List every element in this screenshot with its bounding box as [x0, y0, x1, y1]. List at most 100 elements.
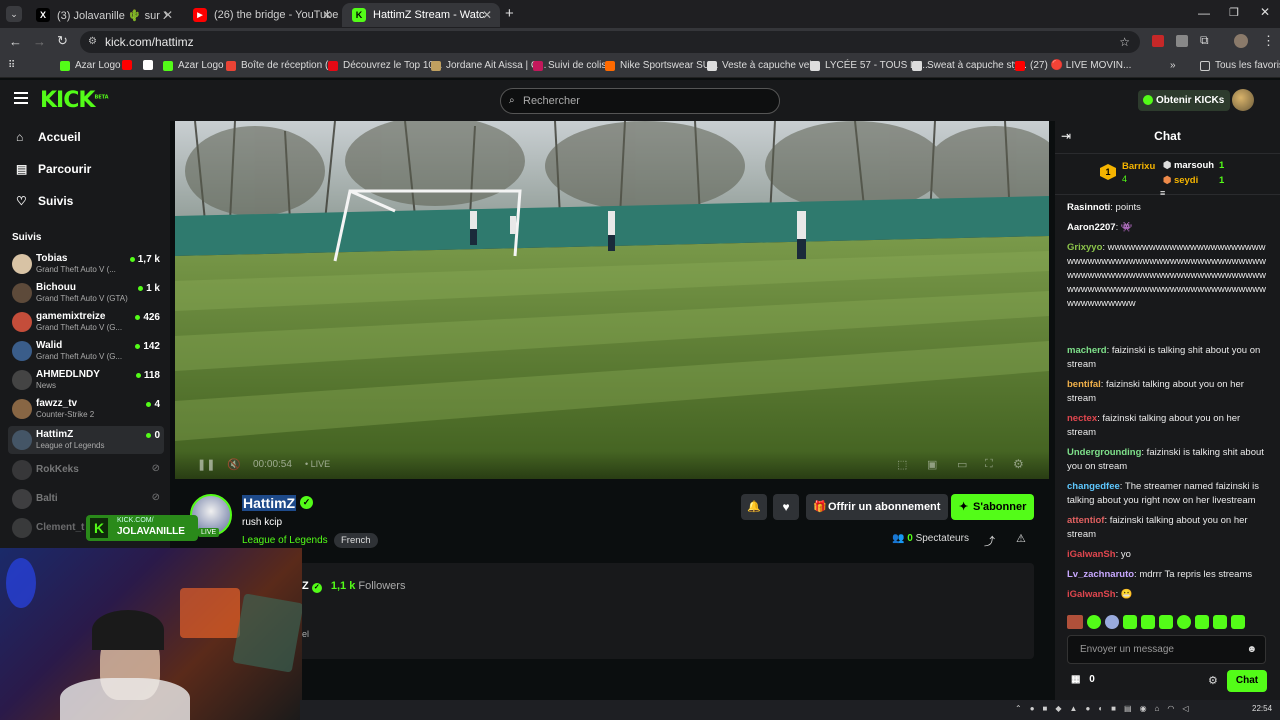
tray-icon[interactable]: ◆	[1055, 704, 1061, 713]
all-favorites[interactable]: Tous les favoris	[1200, 60, 1280, 71]
emote-icon[interactable]	[1105, 615, 1119, 629]
emote-icon[interactable]	[1195, 615, 1209, 629]
tray-icon[interactable]: ▲	[1070, 704, 1078, 713]
pip-icon[interactable]: ▣	[927, 458, 937, 471]
apps-icon[interactable]: ⠿	[8, 60, 15, 71]
tray-icon[interactable]: ⌂	[1155, 704, 1160, 713]
emote-icon[interactable]	[1141, 615, 1155, 629]
close-icon[interactable]: ✕	[163, 8, 173, 22]
menu-icon[interactable]: ⋮	[1262, 33, 1275, 49]
window-close-button[interactable]: ✕	[1260, 5, 1270, 19]
bookmark[interactable]: Suivi de colis	[533, 60, 606, 71]
heart-icon[interactable]: ♥	[773, 494, 799, 520]
puzzle-icon[interactable]: ⧉	[1200, 33, 1209, 48]
gifter-name[interactable]: marsouh	[1174, 160, 1214, 171]
settings-icon[interactable]: ⚙	[1013, 457, 1024, 471]
chat-username[interactable]: nectex	[1067, 413, 1097, 424]
tab-kick[interactable]: K HattimZ Stream - Watch Live o ✕	[342, 3, 500, 27]
chat-settings-icon[interactable]: ⚙	[1208, 674, 1218, 687]
follow-item-fawzz-tv[interactable]: fawzz_tv Counter-Strike 2 4	[8, 395, 164, 423]
emote-icon[interactable]	[1231, 615, 1245, 629]
clip-icon[interactable]: ⬚	[897, 458, 907, 471]
tray-icon[interactable]: ■	[1111, 704, 1116, 713]
tray-icon[interactable]: ▤	[1124, 704, 1132, 713]
chat-username[interactable]: iGalwanSh	[1067, 589, 1116, 600]
emote-icon[interactable]	[1159, 615, 1173, 629]
bookmark[interactable]: Azar Logo	[163, 60, 224, 71]
tray-icon[interactable]: ◉	[1140, 704, 1147, 713]
bookmark[interactable]: Veste à capuche vel...	[707, 60, 820, 71]
bookmark[interactable]: Nike Sportswear SU...	[605, 60, 718, 71]
more-bookmarks-icon[interactable]: »	[1170, 60, 1176, 71]
subscribe-button[interactable]: ✦ S'abonner	[951, 494, 1035, 520]
emote-icon[interactable]	[1213, 615, 1227, 629]
emote-icon[interactable]	[1067, 615, 1083, 629]
star-icon[interactable]: ☆	[1119, 31, 1130, 53]
follow-item-walid[interactable]: Walid Grand Theft Auto V (G... 142	[8, 337, 164, 365]
emoji-icon[interactable]: ☻	[1246, 636, 1257, 663]
emote-icon[interactable]	[1087, 615, 1101, 629]
pause-icon[interactable]: ❚❚	[197, 458, 215, 471]
chat-username[interactable]: Undergrounding	[1067, 447, 1141, 458]
tray-icon[interactable]: ●	[1085, 704, 1090, 713]
bookmark[interactable]: Sweat à capuche sty...	[912, 60, 1027, 71]
tab-youtube[interactable]: ▶ (26) the bridge - YouTube ✕	[183, 3, 340, 27]
tray-icon[interactable]: ⌃	[1015, 704, 1022, 713]
reload-icon[interactable]: ↻	[57, 33, 68, 49]
follow-item-gamemixtreize[interactable]: gamemixtreize Grand Theft Auto V (G... 4…	[8, 308, 164, 336]
restore-button[interactable]: ❐	[1229, 6, 1239, 19]
bookmark[interactable]: Découvrez le Top 10...	[328, 60, 442, 71]
expand-icon[interactable]: ≡	[1160, 188, 1165, 198]
bookmark[interactable]: Boîte de réception (...	[226, 60, 337, 71]
fullscreen-icon[interactable]: ⛶	[985, 458, 993, 471]
chat-username[interactable]: Grixyyo	[1067, 242, 1102, 253]
emote-icon[interactable]	[1177, 615, 1191, 629]
bookmark[interactable]: (27) 🔴 LIVE MOVIN...	[1015, 60, 1131, 71]
bookmark[interactable]: Jordane Ait Aissa | C...	[431, 60, 546, 71]
extension-icon[interactable]	[1176, 35, 1188, 47]
kick-logo[interactable]: KICKBETA	[40, 88, 109, 113]
follow-item-hattimz[interactable]: HattimZ League of Legends 0	[8, 426, 164, 454]
chat-username[interactable]: Aaron2207	[1067, 222, 1116, 233]
follow-item-ahmedlndy[interactable]: AHMEDLNDY News 118	[8, 366, 164, 394]
video-player[interactable]: ❚❚ 🔇 00:00:54 • LIVE ⬚ ▣ ▭ ⛶ ⚙	[175, 121, 1049, 479]
bookmark[interactable]: Azar Logo	[60, 60, 121, 71]
chat-username[interactable]: Rasinnoti	[1067, 202, 1110, 213]
user-avatar[interactable]	[1232, 89, 1254, 111]
bookmark[interactable]	[122, 60, 137, 70]
chat-send-button[interactable]: Chat	[1227, 670, 1267, 692]
extension-icon[interactable]	[1152, 35, 1164, 47]
language-tag[interactable]: French	[334, 533, 378, 548]
chat-username[interactable]: attentiof	[1067, 515, 1104, 526]
minimize-button[interactable]: —	[1198, 6, 1210, 20]
tray-icon[interactable]: ■	[1043, 704, 1048, 713]
follow-item-rokkeks[interactable]: RokKeks ⊘	[8, 456, 164, 484]
category-link[interactable]: League of Legends	[242, 535, 328, 546]
chat-username[interactable]: Lv_zachnaruto	[1067, 569, 1134, 580]
tray-icon[interactable]: ◐	[1098, 704, 1103, 713]
tab-twitter[interactable]: X (3) Jolavanille 🌵 sur X : "Les ga ✕	[26, 3, 181, 27]
follow-item-bichouu[interactable]: Bichouu Grand Theft Auto V (GTA) 1 k	[8, 279, 164, 307]
tab-search-button[interactable]: ⌄	[6, 6, 22, 22]
nav-following[interactable]: ♡ Suivis	[16, 194, 73, 208]
follow-item-tobias[interactable]: Tobias Grand Theft Auto V (... 1,7 k	[8, 250, 164, 278]
bell-icon[interactable]: 🔔	[741, 494, 767, 520]
url-field[interactable]: ⚙ kick.com/hattimz ☆	[80, 31, 1140, 53]
get-kicks-button[interactable]: Obtenir KICKs	[1138, 90, 1231, 111]
report-icon[interactable]: ⚠	[1016, 532, 1026, 545]
chat-username[interactable]: bentifal	[1067, 379, 1101, 390]
points-display[interactable]: ▦ 0	[1071, 674, 1095, 685]
emote-icon[interactable]	[1123, 615, 1137, 629]
hamburger-icon[interactable]	[14, 92, 28, 104]
site-info-icon[interactable]: ⚙	[88, 31, 97, 53]
profile-avatar[interactable]	[1234, 34, 1248, 48]
search-input[interactable]: ⌕ Rechercher	[500, 88, 780, 114]
chat-input[interactable]: Envoyer un message ☻	[1067, 635, 1266, 664]
nav-home[interactable]: ⌂ Accueil	[16, 130, 81, 144]
chat-username[interactable]: changedfee	[1067, 481, 1120, 492]
theater-icon[interactable]: ▭	[957, 458, 967, 471]
gift-sub-button[interactable]: 🎁 Offrir un abonnement	[806, 494, 949, 520]
bookmark[interactable]	[143, 60, 158, 70]
chat-username[interactable]: iGalwanSh	[1067, 549, 1116, 560]
new-tab-button[interactable]: +	[505, 5, 514, 22]
